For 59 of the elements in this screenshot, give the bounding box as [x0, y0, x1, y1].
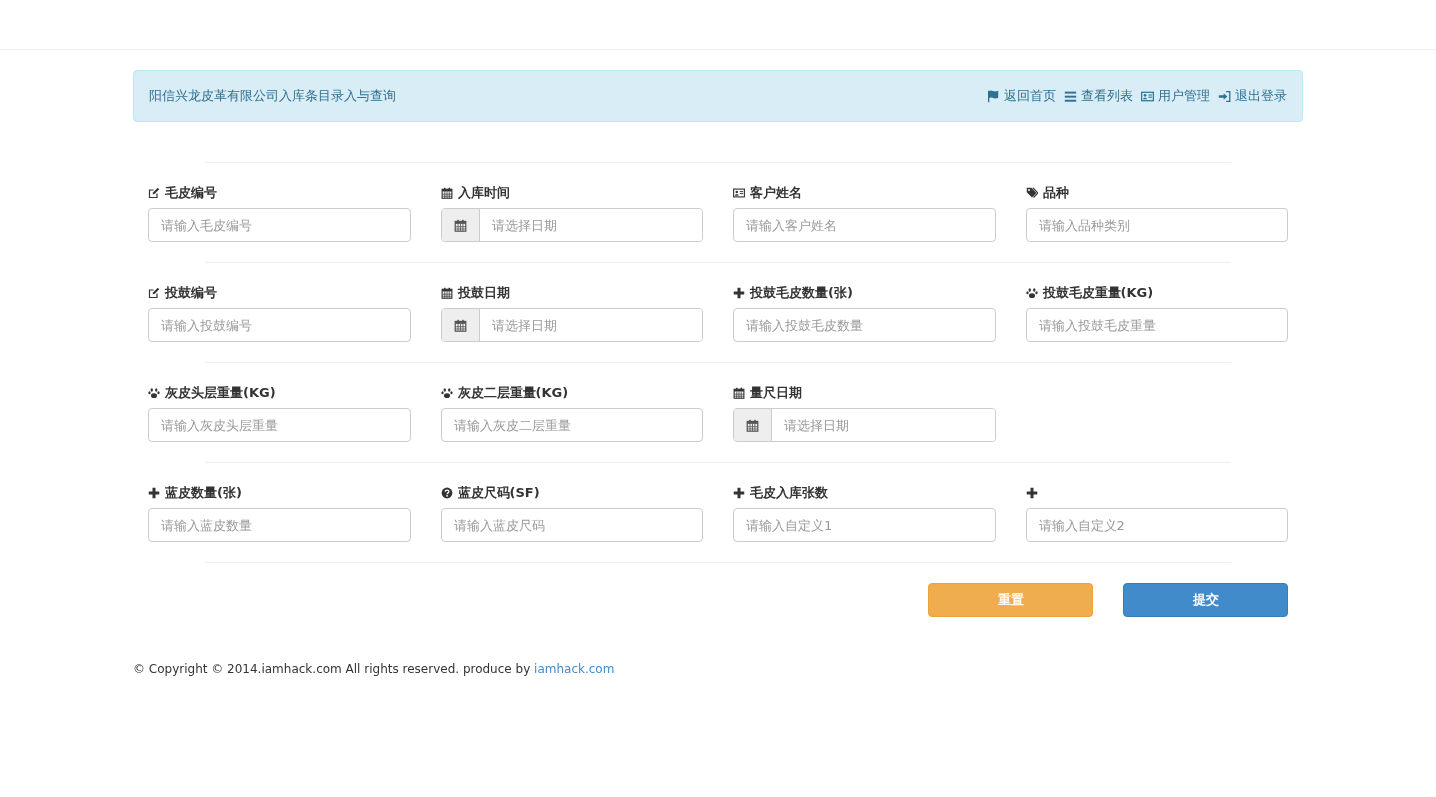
field-label: 蓝皮数量(张): [165, 484, 242, 502]
field-label: 投鼓毛皮数量(张): [750, 284, 853, 302]
plus-icon: [148, 487, 160, 499]
question-circle-icon: [440, 487, 453, 499]
field-label: 投鼓毛皮重量(KG): [1042, 284, 1154, 302]
sign-in-icon: [1218, 89, 1231, 103]
id-card-icon: [733, 187, 745, 199]
footer-text: © Copyright © 2014.iamhack.com All rights reserved. produce by iamhack.com: [133, 662, 616, 676]
calendar-icon: [440, 287, 453, 299]
field-label: 投鼓编号: [165, 284, 217, 302]
input-field[interactable]: 请输入投鼓毛皮重量: [1025, 308, 1288, 342]
input-field[interactable]: 请输入客户姓名: [733, 208, 996, 242]
paw-icon: [1025, 287, 1038, 299]
page-title: 阳信兴龙皮革有限公司入库条目录入与查询: [149, 87, 396, 105]
nav-link[interactable]: 返回首页: [987, 87, 1056, 105]
date-field[interactable]: 请选择日期: [440, 208, 703, 242]
field-label: 毛皮编号: [165, 184, 217, 202]
input-field[interactable]: 请输入灰皮二层重量: [440, 408, 703, 442]
field-label: 客户姓名: [750, 184, 802, 202]
calendar-icon: [746, 418, 759, 432]
submit-button[interactable]: 提交: [1123, 583, 1288, 617]
input-field[interactable]: 请输入投鼓编号: [148, 308, 411, 342]
input-field[interactable]: 请输入蓝皮尺码: [440, 508, 703, 542]
field-label: 投鼓日期: [457, 284, 510, 302]
tag-icon: [1025, 187, 1038, 199]
field-label: 入库时间: [457, 184, 510, 202]
edit-icon: [148, 287, 160, 299]
input-field[interactable]: 请输入自定义2: [1025, 508, 1288, 542]
plus-icon: [733, 287, 745, 299]
field-label: 量尺日期: [750, 384, 802, 402]
calendar-icon: [733, 387, 745, 399]
nav-link[interactable]: 退出登录: [1218, 87, 1287, 105]
calendar-icon: [453, 318, 467, 332]
plus-icon: [1025, 487, 1038, 499]
input-field[interactable]: 请输入蓝皮数量: [148, 508, 411, 542]
input-field[interactable]: 请输入毛皮编号: [148, 208, 411, 242]
input-field[interactable]: 请输入灰皮头层重量: [148, 408, 411, 442]
field-label: 灰皮头层重量(KG): [165, 384, 276, 402]
field-label: 品种: [1042, 184, 1069, 202]
flag-icon: [987, 89, 1000, 103]
calendar-icon: [440, 187, 453, 199]
edit-icon: [148, 187, 160, 199]
date-field[interactable]: 请选择日期: [440, 308, 703, 342]
nav-link[interactable]: 用户管理: [1141, 87, 1210, 105]
field-label: 毛皮入库张数: [750, 484, 828, 502]
id-card-icon: [1141, 89, 1154, 103]
input-field[interactable]: 请输入投鼓毛皮数量: [733, 308, 996, 342]
plus-icon: [733, 487, 745, 499]
menu-icon: [1064, 89, 1077, 103]
field-label: 灰皮二层重量(KG): [457, 384, 569, 402]
field-label: 蓝皮尺码(SF): [457, 484, 540, 502]
input-field[interactable]: 请输入自定义1: [733, 508, 996, 542]
date-field[interactable]: 请选择日期: [733, 408, 996, 442]
paw-icon: [440, 387, 453, 399]
nav-link[interactable]: 查看列表: [1064, 87, 1133, 105]
calendar-icon: [453, 218, 467, 232]
paw-icon: [148, 387, 160, 399]
footer-link[interactable]: iamhack.com: [534, 662, 615, 676]
input-field[interactable]: 请输入品种类别: [1025, 208, 1288, 242]
